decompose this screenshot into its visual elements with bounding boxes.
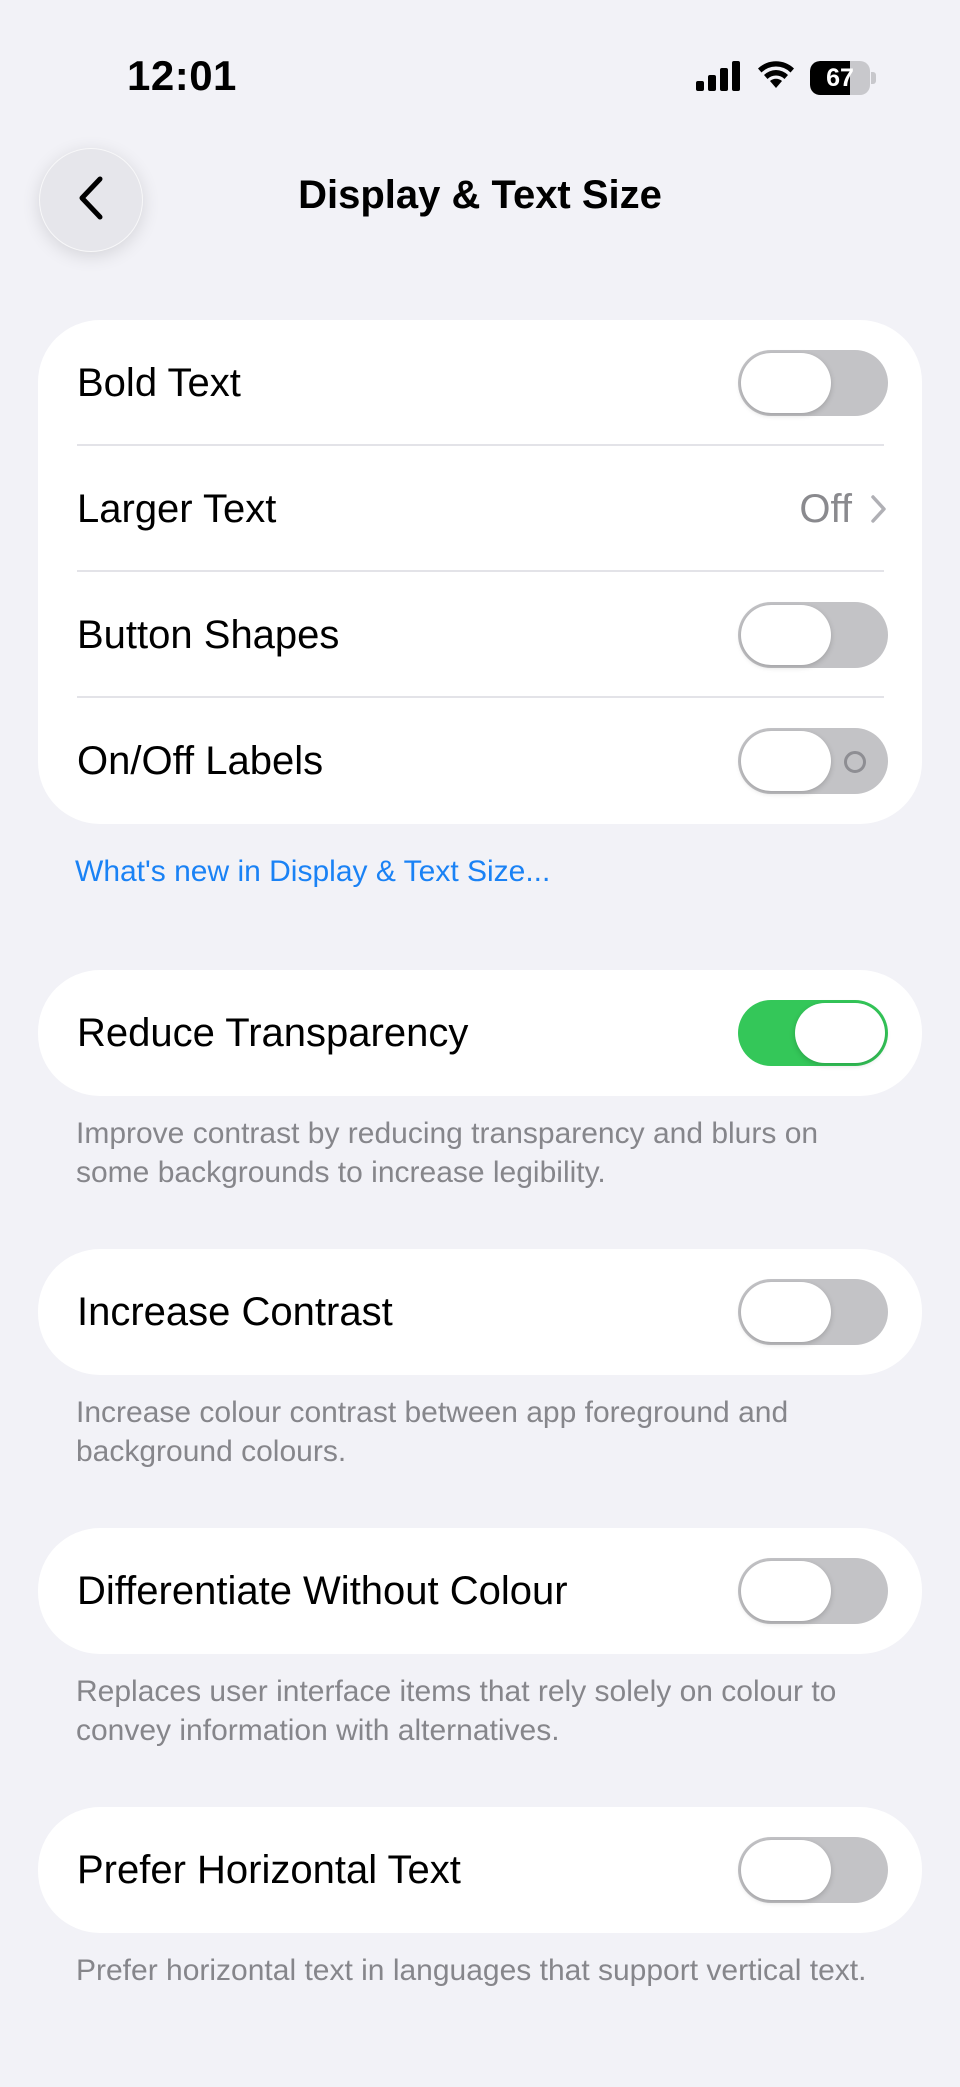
off-indicator-icon	[844, 751, 866, 773]
prefer-horizontal-text-label: Prefer Horizontal Text	[77, 1847, 461, 1892]
battery-icon: 67	[810, 61, 876, 95]
reduce-transparency-label: Reduce Transparency	[77, 1010, 469, 1055]
status-time: 12:01	[127, 52, 237, 99]
bold-text-row: Bold Text	[38, 320, 922, 446]
battery-level: 67	[826, 64, 854, 92]
toggle-knob	[741, 731, 831, 791]
differentiate-without-colour-toggle[interactable]	[738, 1558, 888, 1624]
prefer-horizontal-text-toggle[interactable]	[738, 1837, 888, 1903]
on-off-labels-row: On/Off Labels	[38, 698, 922, 824]
increase-contrast-label: Increase Contrast	[77, 1289, 393, 1334]
differentiate-without-colour-row: Differentiate Without Colour	[38, 1528, 922, 1654]
battery-body: 67	[810, 61, 870, 95]
toggle-knob	[795, 1003, 885, 1063]
whats-new-link[interactable]: What's new in Display & Text Size...	[75, 855, 550, 889]
wifi-icon	[756, 60, 796, 96]
battery-cap	[871, 72, 876, 84]
toggle-knob	[741, 1840, 831, 1900]
toggle-knob	[741, 1561, 831, 1621]
increase-contrast-row: Increase Contrast	[38, 1249, 922, 1375]
differentiate-without-colour-label: Differentiate Without Colour	[77, 1568, 568, 1613]
button-shapes-toggle[interactable]	[738, 602, 888, 668]
larger-text-value: Off	[799, 486, 852, 531]
status-icons: 67	[696, 58, 876, 98]
reduce-transparency-group: Reduce Transparency	[38, 970, 922, 1096]
differentiate-without-colour-footer: Replaces user interface items that rely …	[76, 1675, 837, 1747]
on-off-labels-toggle[interactable]	[738, 728, 888, 794]
reduce-transparency-toggle[interactable]	[738, 1000, 888, 1066]
reduce-transparency-footer: Improve contrast by reducing transparenc…	[76, 1117, 819, 1189]
chevron-right-icon	[870, 494, 888, 524]
increase-contrast-footer: Increase colour contrast between app for…	[76, 1396, 789, 1468]
larger-text-label: Larger Text	[77, 486, 277, 531]
on-off-labels-label: On/Off Labels	[77, 738, 324, 783]
toggle-knob	[741, 605, 831, 665]
cellular-signal-icon	[696, 60, 742, 96]
prefer-horizontal-text-footer: Prefer horizontal text in languages that…	[76, 1954, 867, 1987]
page-title: Display & Text Size	[298, 173, 662, 217]
prefer-horizontal-text-group: Prefer Horizontal Text	[38, 1807, 922, 1933]
toggle-knob	[741, 1282, 831, 1342]
toggle-knob	[741, 353, 831, 413]
differentiate-without-colour-group: Differentiate Without Colour	[38, 1528, 922, 1654]
status-bar: 12:01 67	[0, 0, 960, 140]
bold-text-label: Bold Text	[77, 360, 241, 405]
prefer-horizontal-text-row: Prefer Horizontal Text	[38, 1807, 922, 1933]
reduce-transparency-row: Reduce Transparency	[38, 970, 922, 1096]
increase-contrast-toggle[interactable]	[738, 1279, 888, 1345]
text-settings-group: Bold Text Larger Text Off Button Shapes …	[38, 320, 922, 824]
bold-text-toggle[interactable]	[738, 350, 888, 416]
button-shapes-row: Button Shapes	[38, 572, 922, 698]
display-text-size-screen: 12:01 67 Display & Text Size Bold Text L…	[0, 0, 960, 2087]
increase-contrast-group: Increase Contrast	[38, 1249, 922, 1375]
larger-text-row[interactable]: Larger Text Off	[38, 446, 922, 572]
button-shapes-label: Button Shapes	[77, 612, 340, 657]
